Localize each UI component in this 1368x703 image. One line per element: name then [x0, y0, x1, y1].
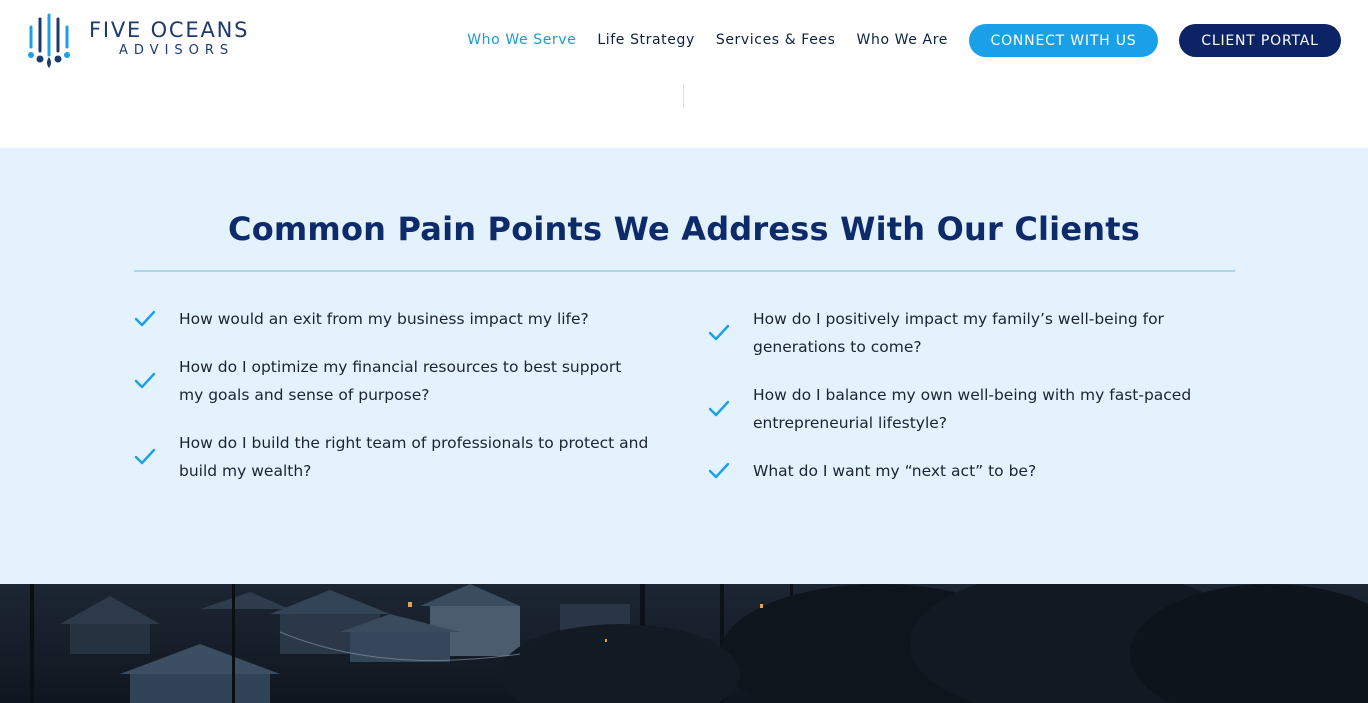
pain-point-text: How do I optimize my financial resources…	[179, 358, 622, 404]
section-title: Common Pain Points We Address With Our C…	[228, 210, 1140, 248]
pain-point-text: How would an exit from my business impac…	[179, 310, 589, 328]
logo[interactable]: FIVE OCEANS ADVISORS	[27, 13, 249, 69]
pain-points-left-column: How would an exit from my business impac…	[134, 305, 654, 505]
check-icon	[134, 372, 156, 389]
check-icon	[134, 448, 156, 465]
pain-point-text: How do I balance my own well-being with …	[753, 386, 1192, 432]
site-header: FIVE OCEANS ADVISORS Who We Serve Life S…	[0, 0, 1368, 148]
pain-point-text: What do I want my “next act” to be?	[753, 462, 1037, 480]
nav-who-we-serve[interactable]: Who We Serve	[467, 24, 576, 57]
nav-services-fees[interactable]: Services & Fees	[716, 24, 836, 57]
logo-line1: FIVE OCEANS	[89, 18, 250, 42]
pain-point-text: How do I build the right team of profess…	[179, 434, 649, 480]
check-icon	[708, 462, 730, 479]
pain-points-section: Common Pain Points We Address With Our C…	[0, 148, 1368, 584]
night-scene-image	[0, 584, 1368, 703]
logo-line2: ADVISORS	[119, 43, 235, 58]
list-item: How do I positively impact my family’s w…	[708, 305, 1228, 361]
check-icon	[134, 310, 156, 327]
connect-with-us-button[interactable]: CONNECT WITH US	[969, 24, 1158, 57]
water-drops-logo-icon	[28, 13, 70, 68]
check-icon	[708, 400, 730, 417]
vertical-divider	[683, 84, 684, 108]
check-icon	[708, 324, 730, 341]
client-portal-button[interactable]: CLIENT PORTAL	[1179, 24, 1341, 57]
section-divider	[134, 270, 1235, 272]
main-nav: Who We Serve Life Strategy Services & Fe…	[467, 24, 1341, 57]
neighborhood-night-photo	[0, 584, 1368, 703]
list-item: How would an exit from my business impac…	[134, 305, 654, 333]
list-item: How do I optimize my financial resources…	[134, 353, 654, 409]
pain-points-right-column: How do I positively impact my family’s w…	[708, 305, 1228, 505]
nav-who-we-are[interactable]: Who We Are	[857, 24, 948, 57]
logo-wordmark: FIVE OCEANS ADVISORS	[89, 19, 249, 59]
pain-point-text: How do I positively impact my family’s w…	[753, 310, 1164, 356]
list-item: How do I balance my own well-being with …	[708, 381, 1228, 437]
nav-life-strategy[interactable]: Life Strategy	[597, 24, 694, 57]
list-item: How do I build the right team of profess…	[134, 429, 654, 485]
list-item: What do I want my “next act” to be?	[708, 457, 1228, 485]
